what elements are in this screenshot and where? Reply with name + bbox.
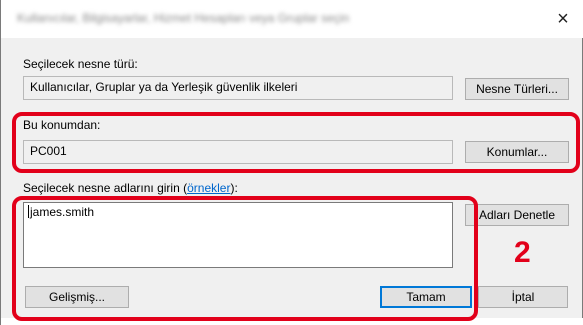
text-caret [28, 205, 29, 218]
location-value: PC001 [30, 144, 67, 158]
window-title: Kullanıcılar, Bilgisayarlar, Hizmet Hesa… [17, 11, 350, 25]
close-button[interactable]: × [548, 6, 578, 32]
advanced-button[interactable]: Gelişmiş... [25, 286, 129, 308]
object-type-value: Kullanıcılar, Gruplar ya da Yerleşik güv… [30, 80, 298, 94]
locations-button[interactable]: Konumlar... [465, 141, 569, 163]
location-label: Bu konumdan: [23, 118, 101, 132]
object-names-input[interactable]: james.smith [23, 202, 453, 268]
object-type-label: Seçilecek nesne türü: [23, 57, 138, 71]
object-names-label: Seçilecek nesne adlarını girin (örnekler… [23, 181, 238, 195]
object-type-field: Kullanıcılar, Gruplar ya da Yerleşik güv… [23, 76, 453, 100]
location-field: PC001 [23, 140, 453, 164]
object-types-button[interactable]: Nesne Türleri... [465, 78, 569, 100]
title-bar: Kullanıcılar, Bilgisayarlar, Hizmet Hesa… [1, 0, 583, 38]
object-names-value: james.smith [30, 205, 95, 219]
check-names-button[interactable]: Adları Denetle [465, 204, 569, 226]
bottom-edge [1, 318, 583, 325]
cancel-button[interactable]: İptal [478, 286, 568, 308]
examples-link[interactable]: örnekler [187, 181, 230, 195]
select-users-dialog: Kullanıcılar, Bilgisayarlar, Hizmet Hesa… [0, 0, 583, 325]
callout-number: 2 [514, 236, 531, 269]
ok-button[interactable]: Tamam [380, 286, 472, 308]
